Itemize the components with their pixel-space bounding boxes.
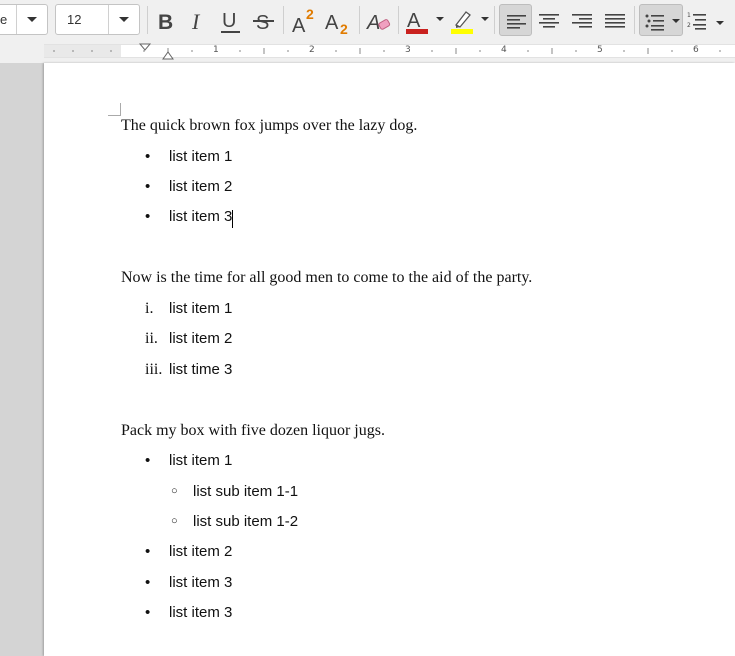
numbered-list-icon: 12 <box>687 12 724 30</box>
paragraph[interactable]: Now is the time for all good men to come… <box>121 269 532 287</box>
svg-text:A: A <box>292 15 306 36</box>
svg-text:A: A <box>325 12 339 34</box>
strikethrough-button[interactable]: S <box>248 4 278 36</box>
svg-text:2: 2 <box>687 22 691 29</box>
highlight-dropdown-icon[interactable] <box>481 17 489 21</box>
font-color-dropdown-icon[interactable] <box>436 17 444 21</box>
svg-text:2: 2 <box>340 21 348 36</box>
justify-icon <box>605 14 625 28</box>
bullet-marker: • <box>145 148 151 165</box>
toolbar-separator <box>398 6 399 34</box>
superscript-icon: A2 <box>292 6 314 36</box>
bold-button[interactable]: B <box>151 4 181 36</box>
bold-icon: B <box>158 11 173 34</box>
document-page[interactable]: The quick brown fox jumps over the lazy … <box>44 63 735 656</box>
subscript-button[interactable]: A2 <box>322 4 352 36</box>
list-item[interactable]: list item 1 <box>169 452 232 469</box>
font-name-value: e <box>0 12 8 27</box>
font-color-icon: A <box>406 10 428 34</box>
font-size-dropdown[interactable] <box>108 5 139 34</box>
bullet-list-button[interactable] <box>639 4 683 36</box>
list-item[interactable]: list item 2 <box>169 330 232 347</box>
clear-formatting-button[interactable]: A <box>363 4 393 36</box>
sub-bullet-marker: ○ <box>171 485 178 497</box>
justify-button[interactable] <box>600 4 630 36</box>
bullet-marker: • <box>145 543 151 560</box>
align-right-icon <box>572 14 592 28</box>
underline-button[interactable]: U <box>215 4 245 36</box>
chevron-down-icon <box>119 17 129 22</box>
align-left-button[interactable] <box>499 4 532 36</box>
bullet-list-icon <box>645 14 680 31</box>
italic-icon: I <box>191 9 201 34</box>
numbered-list-button[interactable]: 12 <box>685 4 727 36</box>
bullet-marker: • <box>145 604 151 621</box>
indent-markers[interactable] <box>0 41 735 63</box>
strikethrough-icon: S <box>253 12 274 34</box>
align-right-button[interactable] <box>567 4 597 36</box>
text-boundary-corner <box>108 103 121 116</box>
underline-icon: U <box>221 10 240 33</box>
toolbar-separator <box>147 6 148 34</box>
svg-text:B: B <box>158 11 173 34</box>
sub-list-item[interactable]: list sub item 1-2 <box>193 513 298 530</box>
list-item[interactable]: list item 3 <box>169 208 232 225</box>
bullet-marker: • <box>145 452 151 469</box>
chevron-down-icon <box>27 17 37 22</box>
list-item[interactable]: list item 1 <box>169 300 232 317</box>
bullet-marker: • <box>145 574 151 591</box>
list-item[interactable]: list item 3 <box>169 604 232 621</box>
bullet-marker: • <box>145 208 151 225</box>
list-item[interactable]: list item 2 <box>169 543 232 560</box>
svg-text:U: U <box>222 10 236 32</box>
svg-text:S: S <box>256 12 269 34</box>
svg-text:A: A <box>366 12 380 34</box>
font-color-button[interactable]: A <box>402 4 432 36</box>
first-line-indent-icon <box>138 43 152 51</box>
left-indent-icon <box>162 51 174 60</box>
highlight-icon <box>451 11 473 34</box>
list-item[interactable]: list time 3 <box>169 361 232 378</box>
toolbar-separator <box>283 6 284 34</box>
font-size-value: 12 <box>67 12 82 27</box>
svg-text:A: A <box>407 10 421 32</box>
font-size-combobox[interactable]: 12 <box>55 4 140 35</box>
roman-marker: iii. <box>145 361 163 378</box>
list-item[interactable]: list item 2 <box>169 178 232 195</box>
svg-text:1: 1 <box>687 12 691 19</box>
italic-button[interactable]: I <box>183 4 213 36</box>
formatting-toolbar: e 12 B I U S A2 A2 A A 1 2 <box>0 0 735 41</box>
font-name-combobox[interactable]: e <box>0 4 48 35</box>
paragraph[interactable]: Pack my box with five dozen liquor jugs. <box>121 422 385 440</box>
highlight-button[interactable] <box>447 4 477 36</box>
toolbar-separator <box>494 6 495 34</box>
font-name-dropdown[interactable] <box>16 5 47 34</box>
list-item[interactable]: list item 3 <box>169 574 232 591</box>
list-item[interactable]: list item 1 <box>169 148 232 165</box>
svg-text:I: I <box>191 9 201 34</box>
sub-bullet-marker: ○ <box>171 515 178 527</box>
clear-formatting-icon: A <box>366 12 391 34</box>
horizontal-ruler[interactable]: 1 2 3 4 5 6 <box>0 41 735 63</box>
align-center-icon <box>539 14 559 28</box>
sub-list-item[interactable]: list sub item 1-1 <box>193 483 298 500</box>
toolbar-separator <box>359 6 360 34</box>
align-left-icon <box>507 15 526 29</box>
svg-text:2: 2 <box>306 6 314 22</box>
roman-marker: i. <box>145 300 154 317</box>
toolbar-separator <box>634 6 635 34</box>
align-center-button[interactable] <box>534 4 564 36</box>
bullet-marker: • <box>145 178 151 195</box>
roman-marker: ii. <box>145 330 158 347</box>
superscript-button[interactable]: A2 <box>288 4 318 36</box>
subscript-icon: A2 <box>325 12 348 36</box>
paragraph[interactable]: The quick brown fox jumps over the lazy … <box>121 117 417 135</box>
